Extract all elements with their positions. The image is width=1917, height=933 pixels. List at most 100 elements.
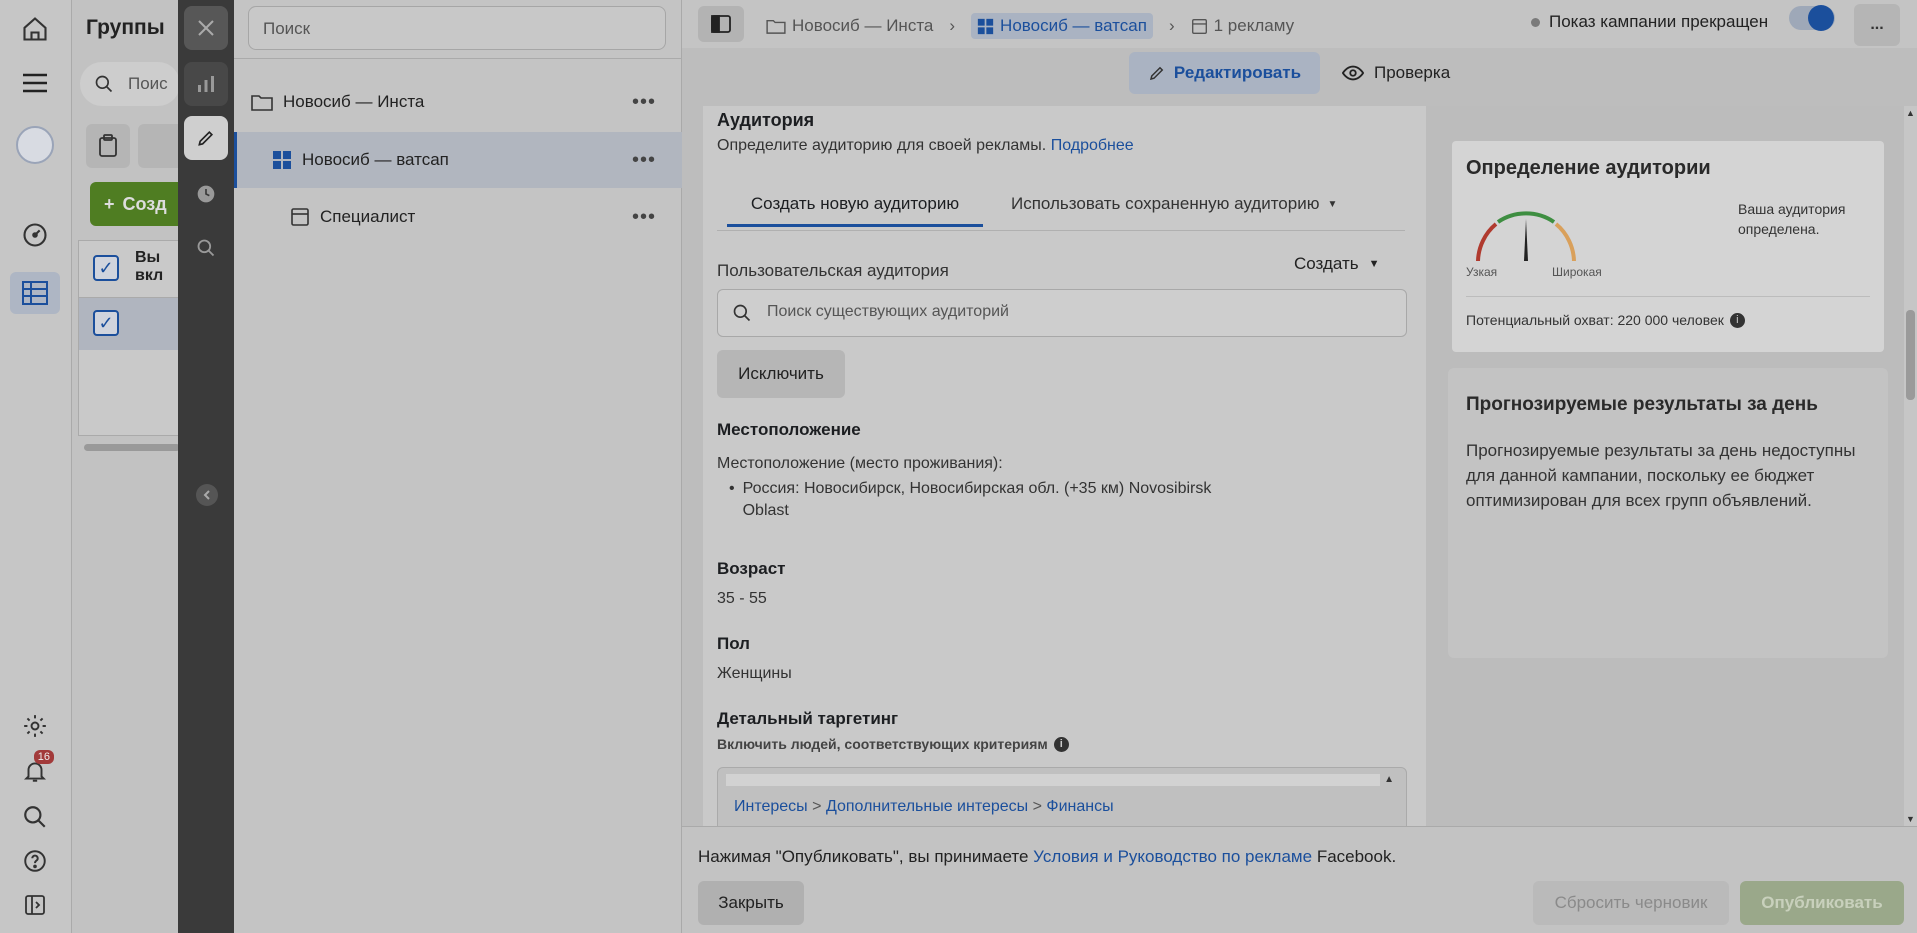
caret-down-icon: ▼ (1327, 198, 1338, 210)
collapse-panel-icon[interactable] (16, 886, 54, 924)
folder-icon (766, 19, 786, 34)
detailed-targeting-sub: Включить людей, соответствующих критерия… (717, 736, 1069, 752)
search-icon (733, 304, 751, 322)
audience-title: Аудитория (717, 110, 815, 130)
chevron-right-icon: › (949, 16, 956, 35)
avatar[interactable] (16, 126, 54, 164)
close-button-label: Закрыть (718, 893, 784, 912)
more-options-icon[interactable]: ••• (632, 206, 656, 229)
path-additional-interests[interactable]: Дополнительные интересы (826, 798, 1028, 815)
scrollbar-thumb[interactable] (1906, 310, 1915, 400)
select-all-checkbox[interactable]: ✓ (93, 255, 119, 281)
horizontal-scrollbar[interactable] (84, 444, 180, 451)
underlying-page: Группы Поис + Созд ✓ Вы вкл ✓ (72, 0, 181, 933)
chart-icon[interactable] (184, 62, 228, 106)
reset-draft-button[interactable]: Сбросить черновик (1533, 881, 1729, 925)
table-row[interactable]: ✓ (79, 298, 181, 350)
scroll-down-icon[interactable]: ▼ (1906, 814, 1915, 824)
box-scrollbar-track (726, 774, 1380, 786)
dashboard-icon[interactable] (16, 216, 54, 254)
breadcrumb-ads[interactable]: 1 рекламу (1214, 16, 1294, 36)
home-icon[interactable] (16, 10, 54, 48)
close-button[interactable]: Закрыть (698, 881, 804, 925)
terms-notice-pre: Нажимая "Опубликовать", вы принимаете (698, 847, 1029, 866)
campaign-toggle[interactable] (1789, 5, 1835, 31)
underlying-search[interactable]: Поис (80, 62, 180, 106)
column-header: Вы вкл (135, 249, 164, 284)
review-mode-button[interactable]: Проверка (1342, 52, 1450, 94)
tree-search-input[interactable]: Поиск (248, 6, 666, 50)
path-interests[interactable]: Интересы (734, 798, 808, 815)
search-chart-icon[interactable] (184, 226, 228, 270)
terms-notice: Нажимая "Опубликовать", вы принимаете Ус… (698, 847, 1396, 867)
info-icon[interactable]: i (1729, 312, 1745, 328)
detailed-targeting-sub-text: Включить людей, соответствующих критерия… (717, 736, 1048, 752)
location-item: • Россия: Новосибирск, Новосибирская обл… (729, 480, 1212, 519)
scroll-up-icon[interactable]: ▲ (1906, 108, 1915, 118)
copy-icon[interactable] (138, 124, 180, 168)
definition-title: Определение аудитории (1466, 157, 1711, 179)
audience-editor: Аудитория Определите аудиторию для своей… (703, 106, 1426, 826)
edit-pencil-icon[interactable] (184, 116, 228, 160)
location-item-line2: Oblast (742, 502, 789, 519)
more-options-icon[interactable]: ••• (632, 149, 656, 172)
audience-search-placeholder: Поиск существующих аудиторий (767, 303, 1009, 320)
bell-icon[interactable]: 16 (16, 750, 54, 790)
table-icon[interactable] (10, 272, 60, 314)
campaign-status: Показ кампании прекращен (1531, 12, 1768, 32)
collapse-arrow-icon[interactable] (196, 484, 218, 506)
clipboard-icon[interactable] (86, 124, 130, 168)
top-bar: Новосиб — Инста › Новосиб — ватсап › 1 р… (682, 0, 1917, 48)
location-header: Местоположение (717, 420, 861, 439)
close-icon[interactable] (184, 6, 228, 50)
underlying-search-placeholder: Поис (128, 74, 168, 93)
search-icon[interactable] (16, 798, 54, 836)
tab-saved-audience[interactable]: Использовать сохраненную аудиторию ▼ (1011, 194, 1337, 214)
tree-search-placeholder: Поиск (263, 19, 311, 38)
tab-new-audience[interactable]: Создать новую аудиторию (727, 194, 983, 227)
toggle-panel-icon[interactable] (698, 6, 744, 42)
create-audience-dropdown[interactable]: Создать ▼ (1294, 254, 1380, 274)
row-checkbox[interactable]: ✓ (93, 310, 119, 336)
create-button[interactable]: + Созд (90, 182, 180, 226)
terms-link[interactable]: Условия и Руководство по рекламе (1033, 847, 1312, 866)
potential-reach-text: Потенциальный охват: 220 000 человек (1466, 312, 1724, 328)
grid-icon (977, 18, 994, 34)
info-icon[interactable]: i (1053, 736, 1069, 752)
terms-notice-post: Facebook. (1316, 847, 1397, 866)
tree-item-campaign[interactable]: Новосиб — Инста ••• (234, 74, 682, 130)
path-finance[interactable]: Финансы (1046, 798, 1113, 815)
scroll-up-icon[interactable]: ▲ (1384, 774, 1394, 785)
vertical-toolbar (178, 0, 234, 933)
gauge-wide-label: Широкая (1552, 265, 1602, 279)
gauge-needle (1524, 219, 1528, 261)
audience-search-input[interactable]: Поиск существующих аудиторий (717, 289, 1407, 337)
edit-mode-button[interactable]: Редактировать (1129, 52, 1320, 94)
pencil-icon (1149, 66, 1164, 81)
audience-desc-text: Определите аудиторию для своей рекламы. (717, 137, 1047, 154)
ad-icon (1191, 18, 1207, 34)
exclude-button[interactable]: Исключить (717, 350, 845, 398)
location-subheader: Местоположение (место проживания): (717, 455, 1003, 472)
tree-item-label: Новосиб — ватсап (302, 150, 449, 169)
campaign-tree-panel: Поиск Новосиб — Инста ••• Новосиб — ватс… (234, 0, 682, 933)
breadcrumb-campaign[interactable]: Новосиб — Инста (792, 16, 933, 36)
status-dot (1531, 17, 1540, 27)
clock-icon[interactable] (184, 172, 228, 216)
more-button-label: ... (1870, 16, 1884, 33)
more-button[interactable]: ... (1854, 4, 1900, 46)
breadcrumb-adset[interactable]: Новосиб — ватсап (971, 13, 1153, 39)
gear-icon[interactable] (16, 707, 54, 745)
potential-reach: Потенциальный охват: 220 000 человек i (1466, 312, 1745, 328)
detailed-targeting-box: ▲ Интересы > Дополнительные интересы > Ф… (717, 767, 1407, 826)
more-options-icon[interactable]: ••• (632, 91, 656, 114)
vertical-scrollbar[interactable]: ▲ ▼ (1904, 106, 1917, 826)
menu-icon[interactable] (16, 64, 54, 102)
publish-button[interactable]: Опубликовать (1740, 881, 1904, 925)
help-icon[interactable] (16, 842, 54, 880)
learn-more-link[interactable]: Подробнее (1051, 137, 1134, 154)
forecast-title: Прогнозируемые результаты за день (1466, 394, 1818, 415)
location-item-line1: Россия: Новосибирск, Новосибирская обл. … (742, 480, 1212, 497)
tree-item-adset[interactable]: Новосиб — ватсап ••• (234, 132, 682, 188)
tree-item-ad[interactable]: Специалист ••• (234, 189, 682, 245)
